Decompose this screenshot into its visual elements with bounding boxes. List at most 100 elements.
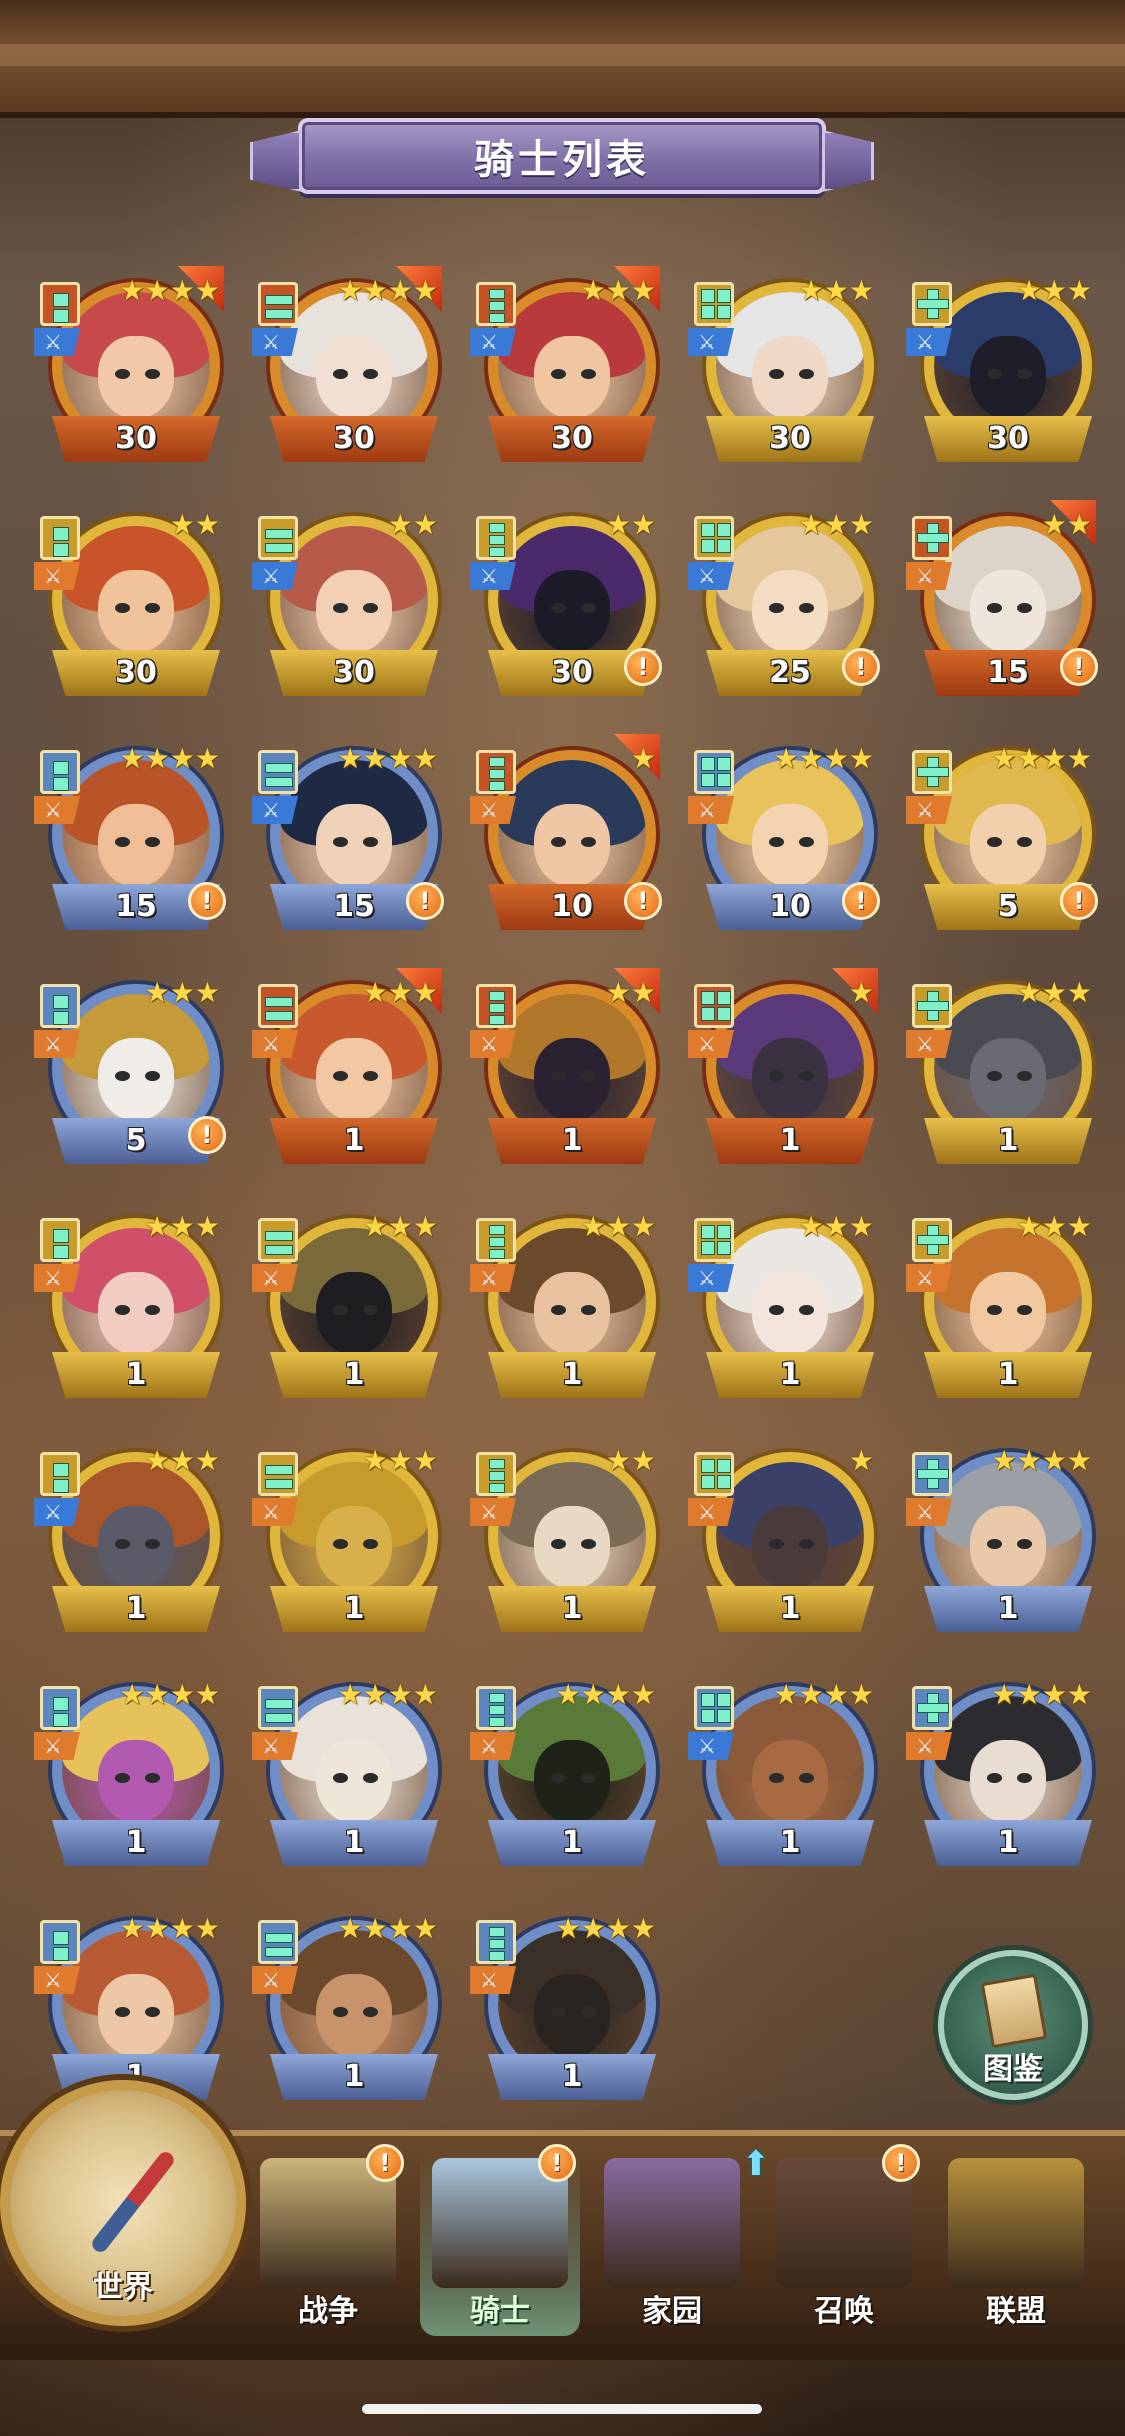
knight-card[interactable]: ★ ⚔ 1 (684, 968, 878, 1178)
knight-card[interactable]: ★ ★ ★ ★ ⚔ 1 (902, 1436, 1092, 1646)
knight-skin (533, 336, 611, 420)
class-pip (489, 1003, 505, 1013)
star-icon: ★ (169, 508, 195, 541)
star-icon: ★ (1041, 976, 1067, 1009)
knight-skin (533, 570, 611, 654)
star-icon: ★ (387, 1444, 413, 1477)
star-icon: ★ (362, 976, 388, 1009)
knight-card[interactable]: ★ ★ ★ ⚔ 1 (248, 1436, 438, 1646)
knight-card[interactable]: ★ ⚔ 10! (466, 734, 662, 944)
knight-card[interactable]: ★ ★ ★ ⚔ 1 (248, 1202, 438, 1412)
star-icon: ★ (580, 1210, 606, 1243)
nav-tab-home[interactable]: 家园 (592, 2150, 752, 2336)
knight-card[interactable]: ★ ★ ★ ⚔ 1 (902, 1202, 1092, 1412)
knight-skin (751, 1740, 829, 1824)
star-icon: ★ (798, 1678, 824, 1711)
star-icon: ★ (387, 976, 413, 1009)
knight-card[interactable]: ★ ★ ★ ⚔ 30 (466, 266, 660, 476)
class-badge-icon (476, 1218, 516, 1262)
weapon-glyph: ⚔ (698, 1032, 716, 1056)
knight-card[interactable]: ★ ★ ★ ★ ⚔ 30 (30, 266, 224, 476)
knight-card[interactable]: ★ ★ ★ ★ ⚔ 1 (684, 1670, 874, 1880)
star-icon: ★ (387, 1912, 413, 1945)
class-pip (489, 1471, 505, 1481)
class-pip (701, 991, 715, 1005)
knight-card[interactable]: ★ ★ ★ ⚔ 30 (684, 266, 874, 476)
knight-card[interactable]: ★ ★ ★ ⚔ 1 (466, 1202, 656, 1412)
knight-card[interactable]: ★ ★ ★ ★ ⚔ 15! (30, 734, 226, 944)
knight-card[interactable]: ★ ★ ★ ⚔ 30 (902, 266, 1092, 476)
nav-tab-alliance[interactable]: 联盟 (936, 2150, 1096, 2336)
knight-card[interactable]: ★ ★ ★ ⚔ 5! (30, 968, 226, 1178)
star-icon: ★ (169, 1210, 195, 1243)
class-pip (53, 777, 69, 791)
star-icon: ★ (387, 1210, 413, 1243)
knight-card[interactable]: ★ ⚔ 1 (684, 1436, 874, 1646)
knight-card[interactable]: ★ ★ ★ ⚔ 1 (902, 968, 1092, 1178)
knight-card[interactable]: ★ ★ ★ ★ ⚔ 15! (248, 734, 444, 944)
star-rating: ★ ★ ★ ★ (992, 1446, 1092, 1476)
knight-skin (315, 1038, 393, 1122)
knight-card[interactable]: ★ ★ ⚔ 15! (902, 500, 1098, 710)
weapon-type-icon: ⚔ (470, 1732, 516, 1760)
knight-card[interactable]: ★ ★ ★ ★ ⚔ 1 (30, 1670, 220, 1880)
class-badge-icon (40, 1686, 80, 1730)
star-icon: ★ (848, 1444, 874, 1477)
nav-tab-summon[interactable]: 召唤! (764, 2144, 924, 2336)
knight-skin (751, 1038, 829, 1122)
weapon-glyph: ⚔ (698, 1734, 716, 1758)
class-pip (717, 1693, 731, 1707)
star-icon: ★ (848, 742, 874, 775)
class-pip (489, 757, 505, 767)
weapon-type-icon: ⚔ (470, 1498, 516, 1526)
class-pip (53, 527, 69, 541)
class-badge-icon (476, 750, 516, 794)
knight-eye (798, 1304, 814, 1316)
knight-eye (1016, 836, 1032, 848)
knight-skin (533, 1506, 611, 1590)
knight-card[interactable]: ★ ★ ⚔ 30 (248, 500, 438, 710)
knight-card[interactable]: ★ ★ ★ ★ ⚔ 5! (902, 734, 1098, 944)
star-icon: ★ (605, 976, 631, 1009)
knight-card[interactable]: ★ ★ ⚔ 1 (466, 968, 660, 1178)
knight-level: 30 (551, 421, 593, 456)
class-pip (53, 1479, 69, 1493)
knight-card[interactable]: ★ ★ ★ ⚔ 1 (30, 1436, 220, 1646)
knight-card[interactable]: ★ ★ ⚔ 30! (466, 500, 662, 710)
knight-card[interactable]: ★ ★ ⚔ 30 (30, 500, 220, 710)
class-pip (53, 1229, 69, 1243)
codex-button[interactable]: 图鉴 (938, 1950, 1088, 2100)
weapon-type-icon: ⚔ (252, 562, 298, 590)
knight-eye (580, 1772, 596, 1784)
star-icon: ★ (169, 742, 195, 775)
knight-card[interactable]: ★ ★ ★ ⚔ 1 (684, 1202, 874, 1412)
knight-card[interactable]: ★ ★ ★ ⚔ 25! (684, 500, 880, 710)
knight-card[interactable]: ★ ★ ★ ★ ⚔ 30 (248, 266, 442, 476)
weapon-type-icon: ⚔ (470, 328, 516, 356)
weapon-glyph: ⚔ (916, 1266, 934, 1290)
knight-card[interactable]: ★ ★ ★ ⚔ 1 (30, 1202, 220, 1412)
nav-tab-knights[interactable]: 骑士! (420, 2144, 580, 2336)
star-icon: ★ (119, 274, 145, 307)
star-icon: ★ (194, 1678, 220, 1711)
class-badge-icon (476, 1920, 516, 1964)
knight-card[interactable]: ★ ★ ⚔ 1 (466, 1436, 656, 1646)
knight-skin (315, 1740, 393, 1824)
knight-card[interactable]: ★ ★ ★ ★ ⚔ 1 (902, 1670, 1092, 1880)
knight-card[interactable]: ★ ★ ★ ★ ⚔ 1 (248, 1904, 438, 2114)
class-pip (717, 1709, 731, 1723)
knight-card[interactable]: ★ ★ ★ ★ ⚔ 10! (684, 734, 880, 944)
knight-card[interactable]: ★ ★ ★ ★ ⚔ 1 (248, 1670, 438, 1880)
knight-card[interactable]: ★ ★ ★ ★ ⚔ 1 (466, 1670, 656, 1880)
knight-card[interactable]: ★ ★ ★ ⚔ 1 (248, 968, 442, 1178)
weapon-type-icon: ⚔ (252, 328, 298, 356)
star-icon: ★ (798, 274, 824, 307)
knight-card[interactable]: ★ ★ ★ ★ ⚔ 1 (466, 1904, 656, 2114)
nav-tab-war[interactable]: 战争! (248, 2144, 408, 2336)
star-rating: ★ ★ (170, 510, 220, 540)
upgrade-alert-icon: ! (842, 882, 880, 920)
star-icon: ★ (823, 274, 849, 307)
world-button[interactable]: 世界 (0, 2080, 246, 2326)
class-pip (917, 1703, 949, 1713)
knight-eye (362, 602, 378, 614)
